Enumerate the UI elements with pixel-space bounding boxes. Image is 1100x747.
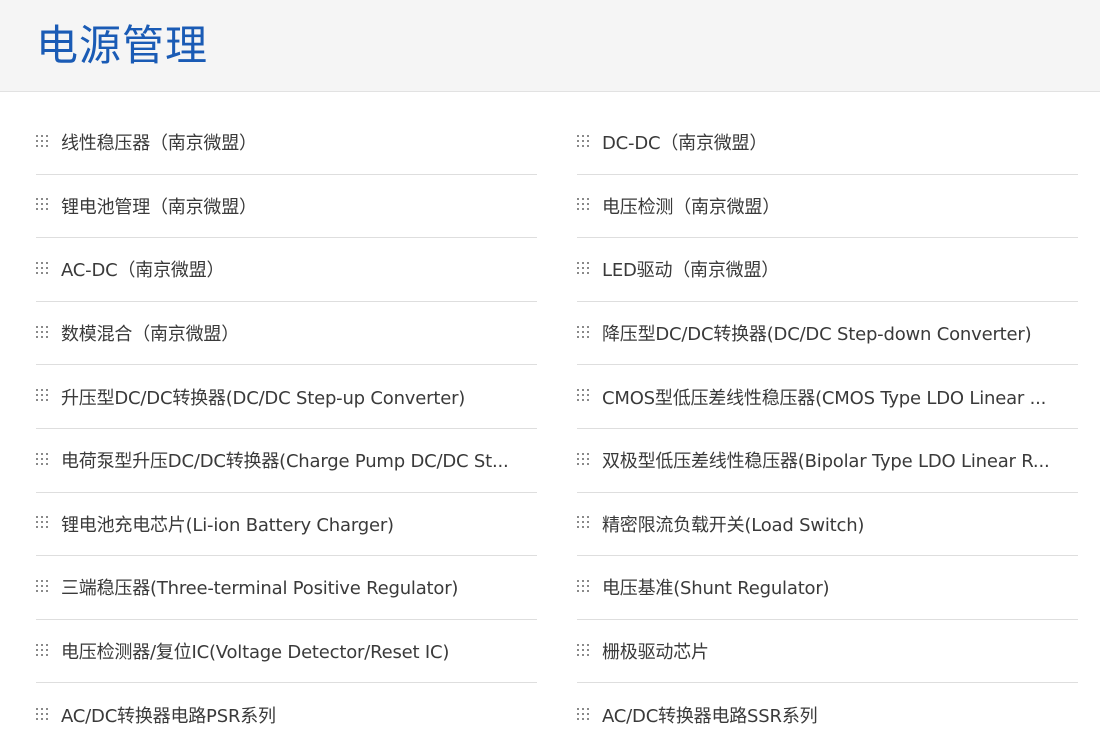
category-link[interactable]: 电荷泵型升压DC/DC转换器(Charge Pump DC/DC St... (36, 429, 537, 493)
category-link[interactable]: 电压检测（南京微盟） (577, 175, 1078, 239)
category-link[interactable]: AC-DC（南京微盟） (36, 238, 537, 302)
category-link[interactable]: 电压检测器/复位IC(Voltage Detector/Reset IC) (36, 620, 537, 684)
page-title: 电源管理 (36, 21, 209, 70)
category-label: LED驱动（南京微盟） (602, 260, 780, 282)
grip-dots-icon (36, 707, 48, 720)
category-label: CMOS型低压差线性稳压器(CMOS Type LDO Linear ... (602, 387, 1047, 409)
category-list-right: DC-DC（南京微盟） 电压检测（南京微盟） LED驱动（南京微盟） 降压型DC… (577, 111, 1078, 747)
grip-dots-icon (36, 643, 48, 656)
grip-dots-icon (36, 261, 48, 274)
category-link[interactable]: 双极型低压差线性稳压器(Bipolar Type LDO Linear R... (577, 429, 1078, 493)
category-link[interactable]: 三端稳压器(Three-terminal Positive Regulator) (36, 556, 537, 620)
category-link[interactable]: LED驱动（南京微盟） (577, 238, 1078, 302)
category-link[interactable]: 线性稳压器（南京微盟） (36, 111, 537, 175)
category-label: 线性稳压器（南京微盟） (61, 133, 257, 155)
grip-dots-icon (36, 579, 48, 592)
grip-dots-icon (577, 389, 589, 402)
category-label: AC/DC转换器电路PSR系列 (61, 706, 276, 728)
category-link[interactable]: CMOS型低压差线性稳压器(CMOS Type LDO Linear ... (577, 365, 1078, 429)
category-label: DC-DC（南京微盟） (602, 133, 768, 155)
grip-dots-icon (36, 452, 48, 465)
category-label: 降压型DC/DC转换器(DC/DC Step-down Converter) (602, 324, 1032, 346)
grip-dots-icon (36, 516, 48, 529)
category-link[interactable]: 电压基准(Shunt Regulator) (577, 556, 1078, 620)
grip-dots-icon (577, 579, 589, 592)
page-header: 电源管理 (0, 0, 1100, 92)
category-link[interactable]: 降压型DC/DC转换器(DC/DC Step-down Converter) (577, 302, 1078, 366)
grip-dots-icon (36, 325, 48, 338)
category-label: 电压检测（南京微盟） (602, 196, 780, 218)
category-label: 栅极驱动芯片 (602, 642, 709, 664)
category-link[interactable]: 锂电池管理（南京微盟） (36, 175, 537, 239)
category-link[interactable]: 精密限流负载开关(Load Switch) (577, 493, 1078, 557)
category-label: 数模混合（南京微盟） (61, 324, 239, 346)
grip-dots-icon (577, 643, 589, 656)
category-label: 精密限流负载开关(Load Switch) (602, 514, 865, 536)
grip-dots-icon (577, 452, 589, 465)
category-link[interactable]: AC/DC转换器电路SSR系列 (577, 683, 1078, 747)
category-link[interactable]: 数模混合（南京微盟） (36, 302, 537, 366)
grip-dots-icon (577, 198, 589, 211)
category-link[interactable]: DC-DC（南京微盟） (577, 111, 1078, 175)
category-label: AC-DC（南京微盟） (61, 260, 225, 282)
category-label: 升压型DC/DC转换器(DC/DC Step-up Converter) (61, 387, 466, 409)
category-label: 电荷泵型升压DC/DC转换器(Charge Pump DC/DC St... (61, 451, 509, 473)
category-list-left: 线性稳压器（南京微盟） 锂电池管理（南京微盟） AC-DC（南京微盟） 数模混合… (36, 111, 537, 747)
grip-dots-icon (577, 707, 589, 720)
grip-dots-icon (577, 516, 589, 529)
grip-dots-icon (577, 134, 589, 147)
category-link[interactable]: AC/DC转换器电路PSR系列 (36, 683, 537, 747)
grip-dots-icon (36, 134, 48, 147)
category-label: 电压检测器/复位IC(Voltage Detector/Reset IC) (61, 642, 450, 664)
category-link[interactable]: 升压型DC/DC转换器(DC/DC Step-up Converter) (36, 365, 537, 429)
grip-dots-icon (577, 325, 589, 338)
category-label: AC/DC转换器电路SSR系列 (602, 706, 818, 728)
grip-dots-icon (577, 261, 589, 274)
category-label: 三端稳压器(Three-terminal Positive Regulator) (61, 578, 459, 600)
category-label: 锂电池充电芯片(Li-ion Battery Charger) (61, 514, 394, 536)
grip-dots-icon (36, 389, 48, 402)
category-link[interactable]: 栅极驱动芯片 (577, 620, 1078, 684)
category-label: 锂电池管理（南京微盟） (61, 196, 257, 218)
category-label: 双极型低压差线性稳压器(Bipolar Type LDO Linear R... (602, 451, 1050, 473)
category-link[interactable]: 锂电池充电芯片(Li-ion Battery Charger) (36, 493, 537, 557)
category-label: 电压基准(Shunt Regulator) (602, 578, 830, 600)
grip-dots-icon (36, 198, 48, 211)
